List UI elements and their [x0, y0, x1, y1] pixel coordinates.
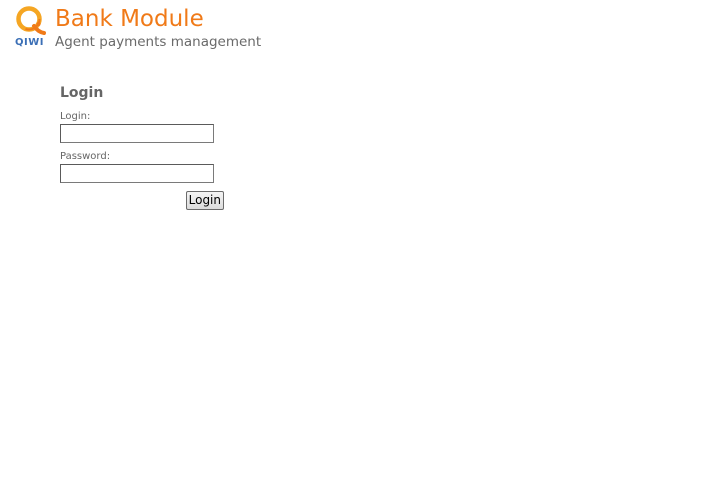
logo-text: QIWI [15, 37, 44, 48]
login-label: Login: [60, 111, 91, 122]
qiwi-logo-icon [16, 6, 46, 35]
password-input[interactable] [60, 164, 214, 183]
login-button[interactable]: Login [185, 191, 224, 210]
login-form: Login Login: Password: Login [60, 84, 230, 211]
app-title: Bank Module [55, 6, 204, 32]
form-title: Login [60, 85, 104, 101]
submit-row: Login [60, 191, 224, 211]
app-subtitle: Agent payments management [55, 34, 262, 50]
login-input[interactable] [60, 124, 214, 143]
qiwi-logo: QIWI [14, 5, 48, 51]
password-label: Password: [60, 151, 111, 162]
page: QIWI Bank Module Agent payments manageme… [0, 0, 720, 480]
